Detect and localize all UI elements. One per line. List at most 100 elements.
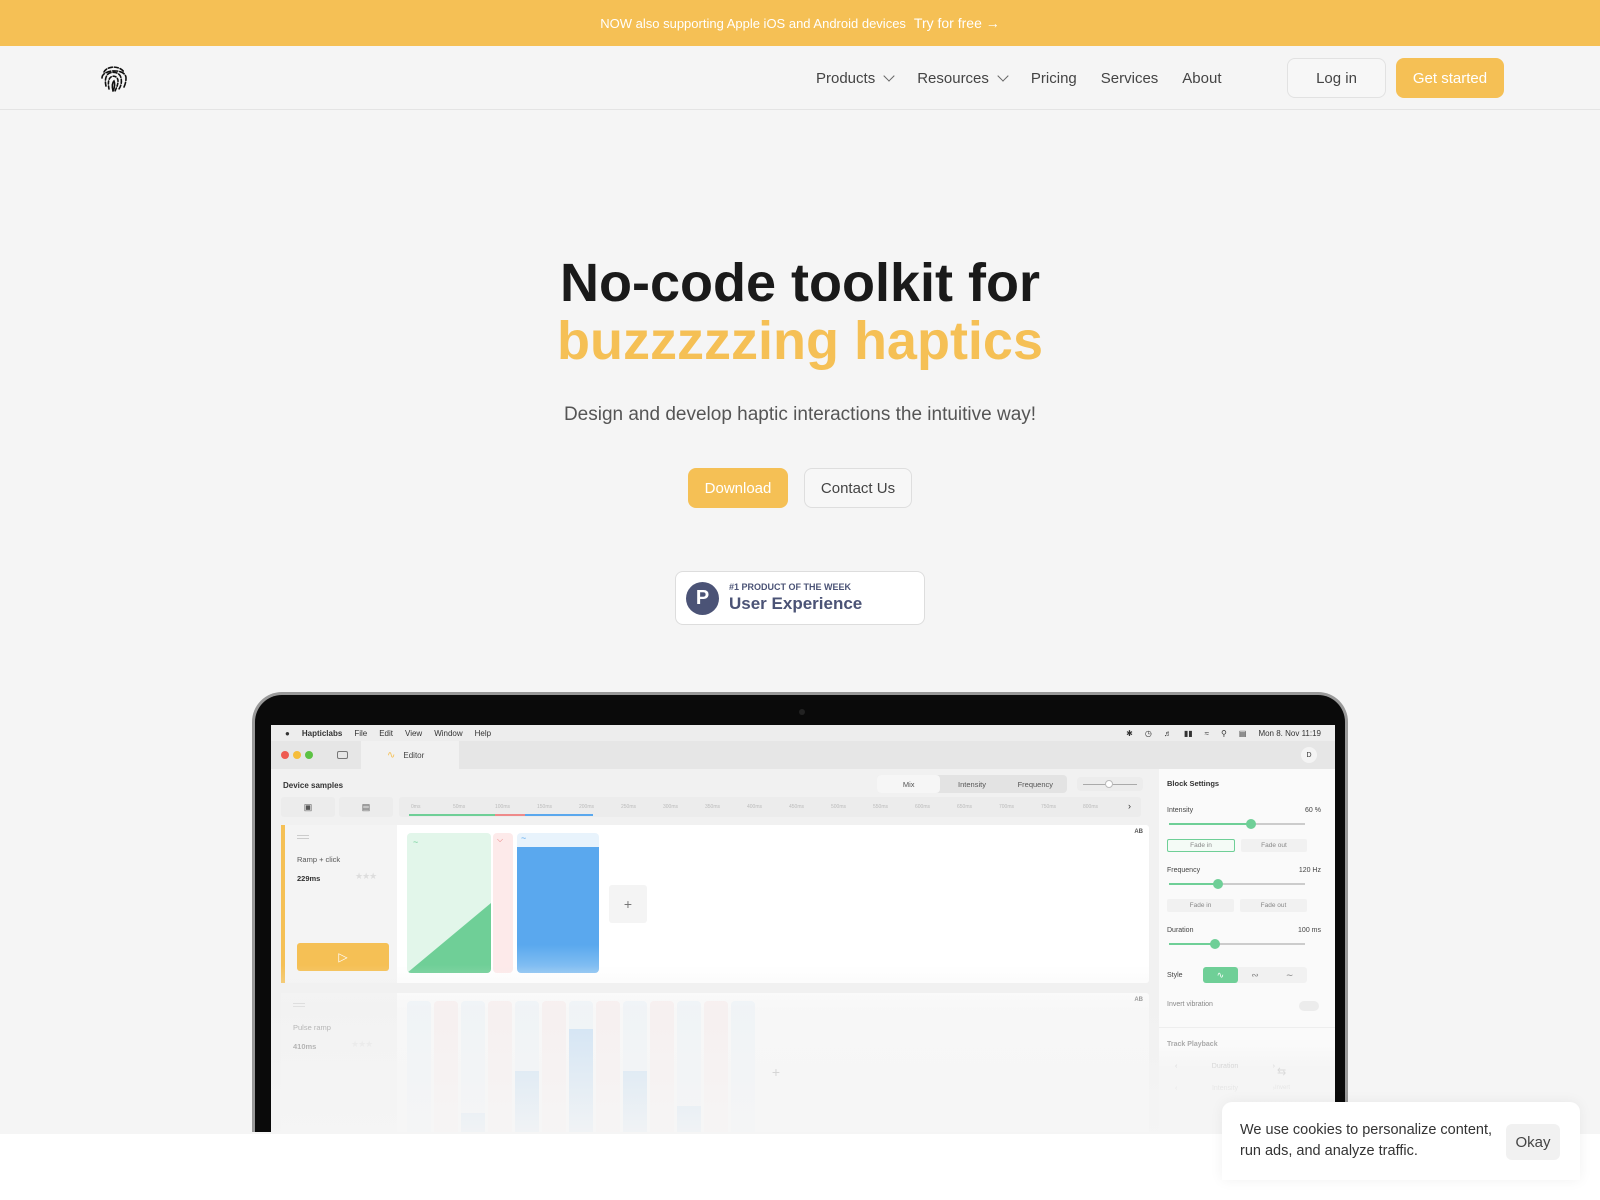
device-samples-title: Device samples [283, 781, 344, 790]
ruler-tick: 800ms [1083, 804, 1099, 810]
download-button[interactable]: Download [688, 468, 788, 508]
menubar-view: View [405, 728, 423, 738]
invert-caption: Invert [1275, 1085, 1291, 1091]
pause-block [596, 1001, 620, 1132]
pause-block [650, 1001, 674, 1132]
product-hunt-icon: P [686, 581, 719, 615]
fade-in-button: Fade in [1167, 899, 1234, 912]
segment-frequency: Frequency [1017, 779, 1054, 789]
cookie-okay-button[interactable]: Okay [1506, 1124, 1560, 1160]
hero-subtitle: Design and develop haptic interactions t… [563, 404, 1037, 425]
pause-block [542, 1001, 566, 1132]
ruler-tick: 0ms [411, 804, 421, 810]
bluetooth-icon: ✱ [1126, 728, 1133, 738]
playback-duration-row: ‹ Duration › [1175, 1063, 1275, 1070]
track-row: Pulse ramp 410ms ★★★ AB + [281, 993, 1149, 1132]
intensity-row: Intensity 60 % [1167, 807, 1321, 814]
pulse-block [731, 1001, 755, 1132]
track-name: Pulse ramp [293, 1023, 331, 1032]
pulse-block [461, 1001, 485, 1132]
fade-out-button: Fade out [1241, 839, 1307, 852]
product-hunt-badge[interactable]: P #1 PRODUCT OF THE WEEK User Experience [675, 571, 925, 625]
chevron-right-icon: › [1128, 801, 1131, 811]
app-toolbar: ∿ Editor D [271, 741, 1335, 769]
login-button[interactable]: Log in [1287, 58, 1386, 98]
track-ab-label: AB [1134, 829, 1143, 835]
fade-in-button: Fade in [1167, 839, 1235, 852]
pause-block [434, 1001, 458, 1132]
ruler-tick: 600ms [915, 804, 931, 810]
style-label: Style [1167, 972, 1183, 979]
try-for-free-link[interactable]: Try for free → [914, 15, 1000, 31]
waveform-icon: ∿ [387, 749, 396, 761]
ruler-tick: 400ms [747, 804, 763, 810]
laptop-mockup: ● Hapticlabs File Edit View Window Help … [252, 692, 1348, 1132]
ruler-tick: 650ms [957, 804, 973, 810]
nav-about[interactable]: About [1182, 70, 1221, 87]
add-block-button: + [609, 885, 647, 923]
cookie-text: We use cookies to personalize content, r… [1240, 1122, 1493, 1159]
drag-handle-icon [297, 835, 309, 839]
contact-us-button[interactable]: Contact Us [804, 468, 912, 508]
pulse-block [569, 1001, 593, 1132]
menubar-window: Window [434, 728, 463, 738]
frequency-fade-buttons: Fade in Fade out [1167, 899, 1307, 912]
ruler-tick: 500ms [831, 804, 847, 810]
rating-stars-icon: ★★★ [351, 1039, 373, 1049]
view-segment: Mix Intensity Frequency [877, 775, 1067, 793]
intensity-fade-buttons: Fade in Fade out [1167, 839, 1307, 852]
nav-menu: Products Resources Pricing Services Abou… [816, 46, 1222, 110]
battery-icon: ▮▮ [1183, 728, 1193, 738]
invert-row: Invert vibration [1167, 1001, 1321, 1008]
timeline-ruler: › 0ms 50ms 100ms 150ms 200ms 250ms 300ms 350ms 4… [399, 797, 1141, 817]
track-card: Pulse ramp 410ms ★★★ [281, 993, 397, 1132]
svg-text:~: ~ [413, 837, 418, 847]
pause-block: ⌵ [493, 833, 513, 973]
menubar-help: Help [474, 728, 492, 738]
ruler-tick: 750ms [1041, 804, 1057, 810]
pulse-block [623, 1001, 647, 1132]
segment-intensity: Intensity [958, 779, 986, 789]
ruler-tick: 450ms [789, 804, 805, 810]
nav-services[interactable]: Services [1101, 70, 1159, 87]
intensity-slider [1169, 819, 1305, 829]
get-started-button[interactable]: Get started [1396, 58, 1504, 98]
divider [1159, 1027, 1335, 1028]
hero-title-line1: No-code toolkit for [560, 253, 1040, 313]
track-duration: 229ms [297, 874, 321, 883]
style-selector: ∿ ∾ ∼ [1203, 967, 1307, 983]
intensity-value: 60 % [1305, 807, 1321, 814]
cookie-banner: We use cookies to personalize content, r… [1222, 1102, 1580, 1180]
menubar-app: Hapticlabs [301, 728, 343, 738]
segment-mix: Mix [877, 775, 941, 793]
ruler-tick: 550ms [873, 804, 889, 810]
duration-slider [1169, 939, 1305, 949]
ruler-tick: 50ms [453, 804, 466, 810]
chevron-right-icon: › [1272, 1063, 1275, 1070]
playback-intensity-row: ‹ Intensity › [1175, 1085, 1275, 1092]
frequency-value: 120 Hz [1298, 867, 1321, 874]
duration-value: 100 ms [1298, 927, 1321, 934]
tab-editor-label: Editor [403, 750, 425, 760]
nav-products-label: Products [816, 69, 876, 87]
block-settings-title: Block Settings [1167, 779, 1220, 788]
nav-products[interactable]: Products [816, 69, 895, 87]
clock-icon: ◷ [1144, 728, 1152, 738]
nav-resources-label: Resources [917, 69, 989, 87]
close-dot-icon [281, 751, 289, 759]
mac-menubar: ● Hapticlabs File Edit View Window Help … [271, 725, 1335, 741]
window-controls [281, 751, 313, 759]
intensity-label: Intensity [1167, 807, 1194, 814]
slider-knob [1210, 939, 1221, 949]
wifi-icon: ≈ [1204, 728, 1210, 738]
menubar-clock: Mon 8. Nov 11:19 [1258, 728, 1321, 738]
frequency-row: Frequency 120 Hz [1167, 867, 1321, 874]
invert-label: Invert vibration [1167, 1001, 1213, 1008]
invert-arrows-icon: ⇆ [1277, 1066, 1287, 1078]
fingerprint-logo-icon[interactable] [96, 60, 132, 96]
nav-pricing[interactable]: Pricing [1031, 70, 1077, 87]
sine-wave-icon: ∿ [1203, 967, 1238, 983]
zoom-slider [1077, 777, 1143, 791]
pause-block [488, 1001, 512, 1132]
nav-resources[interactable]: Resources [917, 69, 1009, 87]
